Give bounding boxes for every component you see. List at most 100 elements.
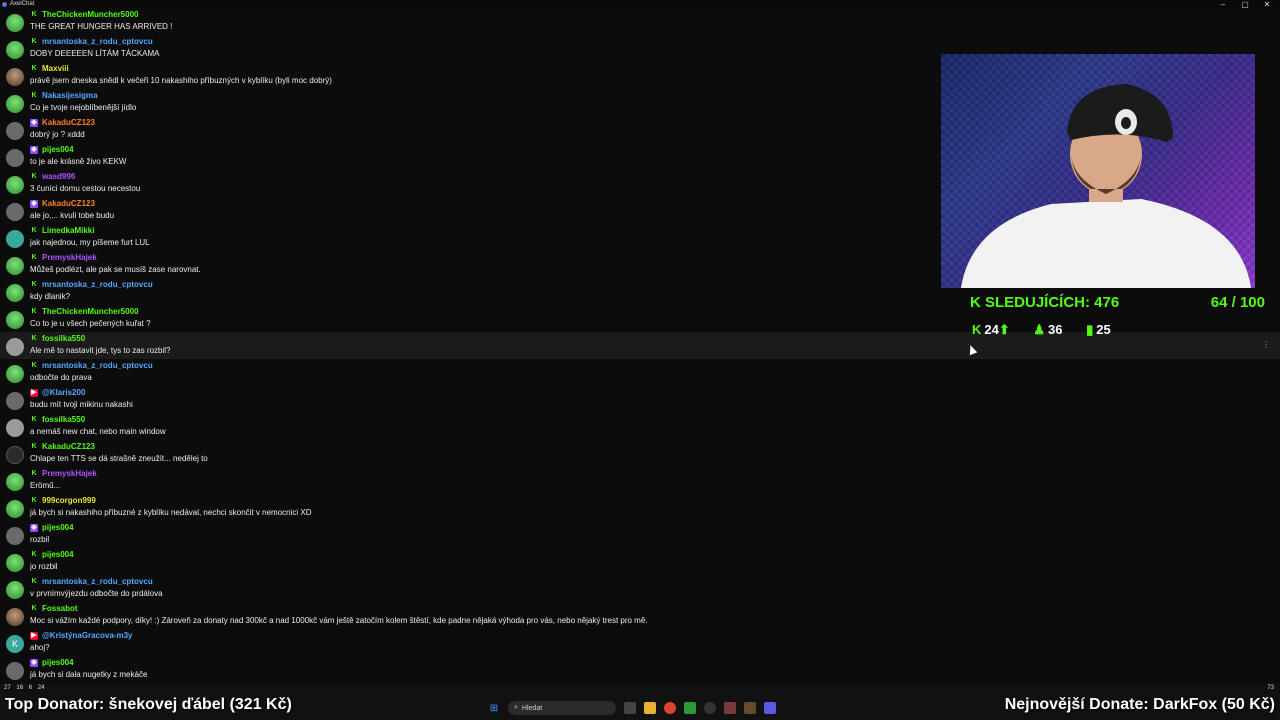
chat-message[interactable]: K LimedkaMikki jak najednou, my píšeme fur…: [0, 224, 940, 251]
axelchat-taskbar-icon[interactable]: [764, 702, 776, 714]
chat-text: jak najednou, my píšeme furt LUL: [30, 238, 150, 247]
chat-username[interactable]: Fossabot: [42, 604, 78, 613]
task-view-icon[interactable]: [624, 702, 636, 714]
app-icon-2[interactable]: [744, 702, 756, 714]
chat-text: Erömű...: [30, 481, 61, 490]
chat-message[interactable]: Kmrsantoska_z_rodu_cptovcu odbočte do pra…: [0, 359, 940, 386]
excel-icon[interactable]: [684, 702, 696, 714]
kick-badge-icon: K: [31, 362, 37, 369]
chat-message[interactable]: Kwasd996 3 čuníci domu cestou necestou: [0, 170, 940, 197]
chat-username[interactable]: TheChickenMuncher5000: [42, 10, 138, 19]
app-icon-1[interactable]: [724, 702, 736, 714]
chat-username[interactable]: mrsantoska_z_rodu_cptovcu: [42, 577, 153, 586]
windows-start-icon[interactable]: ⊞: [488, 702, 500, 714]
chat-text: Můžeš podlézt, ale pak se musíš zase nar…: [30, 265, 201, 274]
chat-username[interactable]: fossilka550: [42, 415, 85, 424]
chat-message[interactable]: K Maxviii právě jsem dneska snědl k večeři…: [0, 62, 940, 89]
kick-badge-icon: K: [31, 281, 37, 288]
search-icon: ⌕: [514, 704, 518, 711]
chat-message[interactable]: K TheChickenMuncher5000 Co to je u všech p…: [0, 305, 940, 332]
kick-badge-icon: K: [31, 173, 37, 180]
kick-badge-icon: K: [31, 551, 37, 558]
chat-text: ale jo,... kvuli tobe budu: [30, 211, 115, 220]
chat-username[interactable]: mrsantoska_z_rodu_cptovcu: [42, 361, 153, 370]
chat-username[interactable]: KakaduCZ123: [42, 199, 95, 208]
close-button[interactable]: ✕: [1260, 0, 1274, 10]
chat-username[interactable]: PremyskHajek: [42, 253, 97, 262]
chat-username[interactable]: @KristýnaGracova-m3y: [42, 631, 133, 640]
kick-badge-icon: K: [31, 308, 37, 315]
more-options-icon[interactable]: ⋮: [1262, 340, 1270, 349]
chat-message[interactable]: ◈ KakaduCZ123 ale jo,... kvuli tobe budu: [0, 197, 940, 224]
kick-badge-icon: K: [31, 92, 37, 99]
avatar: [6, 149, 24, 167]
chat-message[interactable]: K TheChickenMuncher5000 THE GREAT HUNGER H…: [0, 8, 940, 35]
chat-message[interactable]: Kpijes004 jo rozbil: [0, 548, 940, 575]
kick-badge-icon: K: [31, 443, 37, 450]
chat-list[interactable]: K TheChickenMuncher5000 THE GREAT HUNGER H…: [0, 8, 1280, 683]
chat-message[interactable]: ▶ @Klaris200 budu mít tvoji mikinu nakashi: [0, 386, 940, 413]
avatar: [6, 473, 24, 491]
chat-message[interactable]: K Fossabot Moc si vážím každé podpory, dík…: [0, 602, 940, 629]
minimize-button[interactable]: –: [1216, 0, 1230, 10]
kick-badge-icon: K: [31, 470, 37, 477]
chat-username[interactable]: TheChickenMuncher5000: [42, 307, 138, 316]
bar-chart-icon: ▮: [1086, 322, 1094, 337]
arrow-up-icon: ⬆: [998, 322, 1010, 337]
kick-badge-icon: K: [31, 227, 37, 234]
chat-text: 3 čuníci domu cestou necestou: [30, 184, 141, 193]
chat-username[interactable]: KakaduCZ123: [42, 118, 95, 127]
chat-message[interactable]: ◈ pijes004 rozbil: [0, 521, 940, 548]
twitch-badge-icon: ◈: [30, 146, 38, 154]
chat-username[interactable]: mrsantoska_z_rodu_cptovcu: [42, 280, 153, 289]
chat-message[interactable]: K 999corgon999 já bych si nakashiho příbuz…: [0, 494, 940, 521]
maximize-button[interactable]: ▢: [1238, 0, 1252, 10]
kick-badge-icon: K: [31, 605, 37, 612]
chat-message[interactable]: Kmrsantoska_z_rodu_cptovcu v prvnímvýjezd…: [0, 575, 940, 602]
chrome-icon[interactable]: [664, 702, 676, 714]
chat-username[interactable]: mrsantoska_z_rodu_cptovcu: [42, 37, 153, 46]
chat-username[interactable]: Nakasijesigma: [42, 91, 98, 100]
chat-message[interactable]: K PremyskHajek Erömű...: [0, 467, 940, 494]
avatar: [6, 203, 24, 221]
chat-username[interactable]: pijes004: [42, 658, 74, 667]
twitch-badge-icon: ◈: [30, 200, 38, 208]
avatar: [6, 311, 24, 329]
chat-username[interactable]: pijes004: [42, 550, 74, 559]
chat-message[interactable]: K KakaduCZ123 Chlape ten TTS se dá strašně…: [0, 440, 940, 467]
twitch-counter: 27: [4, 685, 11, 691]
avatar: [6, 95, 24, 113]
chat-username[interactable]: pijes004: [42, 523, 74, 532]
avatar: [6, 338, 24, 356]
kick-badge-icon: K: [31, 65, 37, 72]
avatar: [6, 68, 24, 86]
chat-username[interactable]: PremyskHajek: [42, 469, 97, 478]
chat-username[interactable]: 999corgon999: [42, 496, 96, 505]
chat-username[interactable]: Maxviii: [42, 64, 69, 73]
subs-stat: ▮ 25: [1086, 322, 1111, 337]
chat-text: já bych si nakashiho příbuzné z kyblíku …: [30, 508, 312, 517]
chat-message[interactable]: Kmrsantoska_z_rodu_cptovcu DOBY DEEEEEN L…: [0, 35, 940, 62]
taskbar-search[interactable]: ⌕ Hledat: [508, 701, 616, 715]
obs-icon[interactable]: [704, 702, 716, 714]
chat-username[interactable]: LimedkaMikki: [42, 226, 94, 235]
kick-badge-icon: K: [31, 416, 37, 423]
chat-username[interactable]: @Klaris200: [42, 388, 85, 397]
chat-message[interactable]: K ▶ @KristýnaGracova-m3y ahoj?: [0, 629, 940, 656]
chat-message[interactable]: Kfossilka550 a nemáš new chat, nebo main …: [0, 413, 940, 440]
chat-message[interactable]: ◈ pijes004 to je ale krásně živo KEKW: [0, 143, 940, 170]
chat-username[interactable]: fossilka550: [42, 334, 85, 343]
chat-text: Ale mě to nastavit jde, tys to zas rozbi…: [30, 346, 171, 355]
chat-message[interactable]: Kmrsantoska_z_rodu_cptovcu kdy dlanik?: [0, 278, 940, 305]
chat-username[interactable]: KakaduCZ123: [42, 442, 95, 451]
chat-message[interactable]: K Nakasijesigma Co je tvoje nejoblíbenější…: [0, 89, 940, 116]
chat-text: rozbil: [30, 535, 50, 544]
chat-text: jo rozbil: [30, 562, 58, 571]
chat-username[interactable]: wasd996: [42, 172, 75, 181]
chat-message[interactable]: ◈ pijes004 já bych si dala nugetky z mekáč…: [0, 656, 940, 683]
chat-message[interactable]: K PremyskHajek Můžeš podlézt, ale pak se m…: [0, 251, 940, 278]
chat-message[interactable]: ◈ KakaduCZ123 dobrý jo ? xddd: [0, 116, 940, 143]
twitch-badge-icon: ◈: [30, 659, 38, 667]
file-explorer-icon[interactable]: [644, 702, 656, 714]
chat-username[interactable]: pijes004: [42, 145, 74, 154]
